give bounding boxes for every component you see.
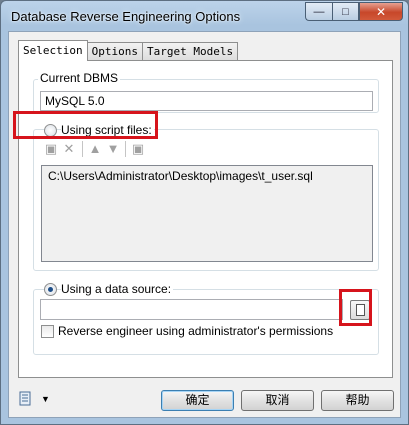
close-icon: ✕ xyxy=(375,4,387,19)
dialog-client-area: Selection Options Target Models Current … xyxy=(8,31,401,418)
add-file-icon[interactable]: ▣ xyxy=(43,141,59,157)
list-menu-icon[interactable] xyxy=(18,391,38,409)
toolbar-separator xyxy=(125,141,126,157)
tab-options[interactable]: Options xyxy=(86,42,143,61)
save-icon[interactable]: ▣ xyxy=(130,141,146,157)
admin-permissions-label[interactable]: Reverse engineer using administrator's p… xyxy=(58,324,333,338)
cancel-button[interactable]: 取消 xyxy=(241,390,314,411)
current-dbms-label: Current DBMS xyxy=(38,71,121,85)
data-source-radio[interactable] xyxy=(44,283,57,296)
selection-tab-page: Current DBMS MySQL 5.0 Using script file… xyxy=(18,60,393,378)
delete-icon[interactable]: ✕ xyxy=(61,141,77,157)
minimize-button[interactable]: — xyxy=(305,2,332,21)
title-bar[interactable]: Database Reverse Engineering Options — □… xyxy=(1,1,408,31)
script-files-list[interactable]: C:\Users\Administrator\Desktop\images\t_… xyxy=(41,165,373,262)
move-down-icon[interactable]: ▼ xyxy=(105,141,121,157)
current-dbms-field: MySQL 5.0 xyxy=(40,91,373,111)
move-up-icon[interactable]: ▲ xyxy=(87,141,103,157)
tab-strip: Selection Options Target Models xyxy=(18,40,239,61)
maximize-icon: □ xyxy=(342,5,349,18)
data-source-field[interactable] xyxy=(40,299,343,320)
admin-permissions-checkbox[interactable] xyxy=(41,325,54,338)
data-source-label[interactable]: Using a data source: xyxy=(61,282,174,296)
help-button[interactable]: 帮助 xyxy=(321,390,394,411)
highlight-browse-button xyxy=(339,289,372,326)
ok-button[interactable]: 确定 xyxy=(161,390,234,411)
dialog-window: Database Reverse Engineering Options — □… xyxy=(0,0,409,425)
highlight-script-files xyxy=(13,111,158,139)
tab-selection[interactable]: Selection xyxy=(18,40,88,61)
close-button[interactable]: ✕ xyxy=(359,2,403,21)
window-title: Database Reverse Engineering Options xyxy=(11,9,241,24)
tab-target-models[interactable]: Target Models xyxy=(141,42,239,61)
minimize-icon: — xyxy=(313,5,325,18)
chevron-down-icon[interactable]: ▼ xyxy=(41,394,50,404)
toolbar-separator xyxy=(82,141,83,157)
list-item[interactable]: C:\Users\Administrator\Desktop\images\t_… xyxy=(48,169,313,183)
maximize-button[interactable]: □ xyxy=(332,2,359,21)
caption-buttons: — □ ✕ xyxy=(305,2,403,21)
